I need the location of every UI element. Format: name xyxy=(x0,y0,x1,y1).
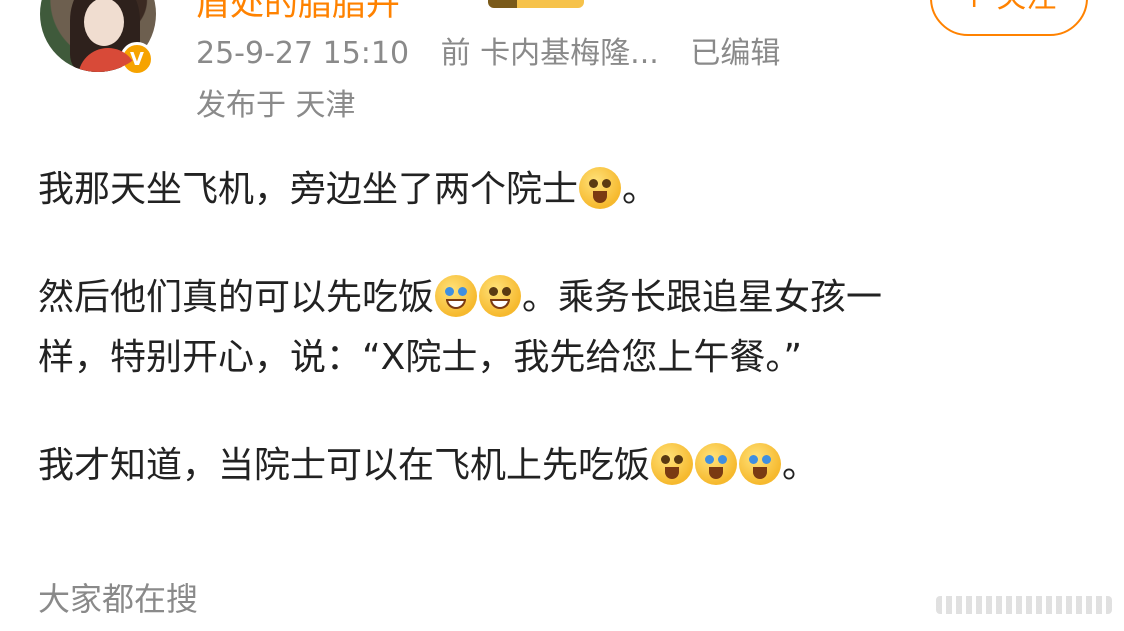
post-paragraph-2: 然后他们真的可以先吃饭 。乘务长跟追星女孩一样，特别开心，说：“X院士，我先给您上… xyxy=(38,268,1098,388)
shocked-emoji-icon xyxy=(579,167,622,209)
post-text: 然后他们真的可以先吃饭 xyxy=(38,277,435,318)
trending-search-label[interactable]: 大家都在搜 xyxy=(38,574,198,620)
laugh-emoji-icon xyxy=(479,275,522,317)
avatar-face xyxy=(84,0,124,46)
post-location: 发布于 天津 xyxy=(196,88,356,123)
edited-label[interactable]: 已编辑 xyxy=(690,36,780,71)
level-badge-icon xyxy=(488,0,584,8)
post-content: 我那天坐飞机，旁边坐了两个院士。 然后他们真的可以先吃饭 。乘务长跟追星女孩一 样，… xyxy=(38,160,1098,544)
post-text: 我那天坐飞机，旁边坐了两个院士 xyxy=(38,169,579,210)
follow-button[interactable]: + 关注 xyxy=(930,0,1088,36)
crying-emoji-icon xyxy=(739,443,782,485)
post-text: 我才知道，当院士可以在飞机上先吃饭 xyxy=(38,445,651,486)
post-text: 样，特别开心，说：“X院士，我先给您上午餐。” xyxy=(38,337,802,378)
post-paragraph-3: 我才知道，当院士可以在飞机上先吃饭 。 xyxy=(38,436,1098,496)
trending-tags-strip xyxy=(936,596,1112,614)
post-text: 。 xyxy=(622,169,659,210)
shocked-emoji-icon xyxy=(651,443,694,485)
crying-emoji-icon xyxy=(695,443,738,485)
post-meta: 25-9-27 15:10 前 卡内基梅隆... 已编辑 xyxy=(196,32,802,76)
post-text: 。乘务长跟追星女孩一 xyxy=(522,277,883,318)
post-timestamp: 25-9-27 15:10 xyxy=(196,36,410,71)
post-paragraph-1: 我那天坐飞机，旁边坐了两个院士 。 xyxy=(38,160,1098,220)
post-text: 。 xyxy=(782,445,819,486)
post-source[interactable]: 前 卡内基梅隆... xyxy=(441,36,659,71)
laugh-cry-emoji-icon xyxy=(435,275,478,317)
username[interactable]: 盾处的脂脂卉 xyxy=(196,0,400,25)
